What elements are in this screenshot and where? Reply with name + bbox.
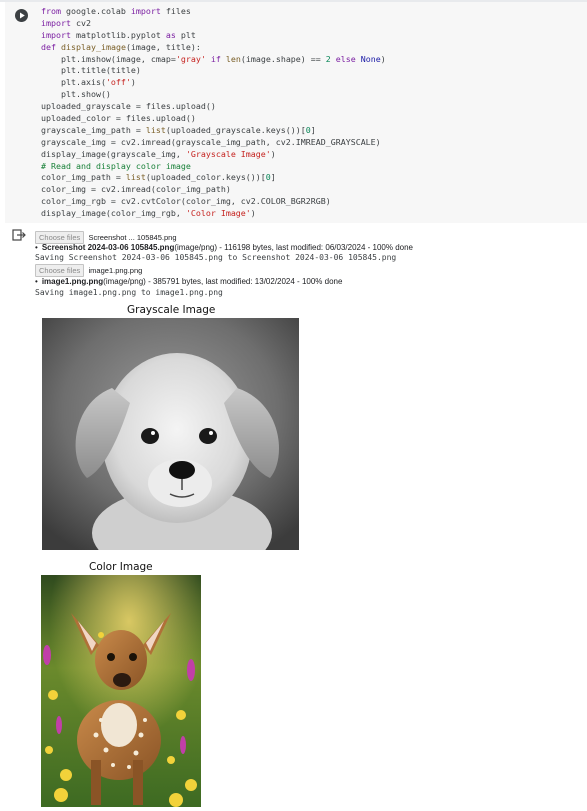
uploaded-file-info-1: (image/png) - 116198 bytes, last modifie…	[174, 243, 413, 252]
cell-output: Choose files Screenshot ... 105845.png •…	[0, 224, 587, 811]
upload-status-2: • image1.png.png(image/png) - 385791 byte…	[35, 277, 342, 286]
code-token: import	[41, 17, 71, 28]
code-token: )	[250, 208, 256, 219]
code-token: display_image(color_img_rgb,	[41, 208, 186, 219]
figure-title-grayscale: Grayscale Image	[127, 304, 216, 316]
code-line: # Read and display color image	[41, 161, 586, 173]
code-token: )	[130, 77, 136, 88]
code-line: grayscale_img = cv2.imread(grayscale_img…	[41, 137, 586, 149]
bullet-dot: •	[35, 277, 38, 286]
selected-file-label-2: image1.png.png	[88, 266, 143, 275]
code-token: grayscale_img_path =	[41, 124, 146, 135]
uploaded-file-name-2: image1.png.png	[41, 277, 104, 286]
code-token: import	[130, 6, 161, 16]
code-token: )	[270, 148, 276, 159]
selected-file-label-1: Screenshot ... 105845.png	[88, 233, 177, 242]
code-token: uploaded_color = files.upload()	[41, 113, 196, 124]
code-token: color_img = cv2.imread(color_img_path)	[41, 184, 231, 195]
code-token: list	[145, 124, 166, 135]
uploaded-file-info-2: (image/png) - 385791 bytes, last modifie…	[103, 277, 343, 286]
code-token: cv2	[70, 17, 91, 28]
uploaded-file-name-1: Screenshot 2024-03-06 105845.png	[41, 243, 175, 252]
code-line: uploaded_grayscale = files.upload()	[41, 101, 586, 113]
code-token: display_image	[61, 41, 126, 52]
code-line: plt.axis('off')	[41, 77, 586, 89]
code-token: list	[125, 172, 146, 183]
code-token: (uploaded_color.keys())[	[145, 172, 266, 183]
code-token: plt	[175, 29, 196, 40]
code-line: color_img_rgb = cv2.cvtColor(color_img, …	[41, 196, 586, 208]
saving-line-1: Saving Screenshot 2024-03-06 105845.png …	[35, 253, 397, 262]
code-token: )	[380, 53, 386, 64]
color-fawn-image	[41, 575, 201, 807]
upload-status-1: • Screenshot 2024-03-06 105845.png(image/…	[35, 243, 413, 252]
grayscale-puppy-image	[42, 318, 299, 550]
code-line: plt.title(title)	[41, 65, 586, 77]
code-token: (image, title):	[125, 41, 201, 52]
code-cell[interactable]: from google.colab import files import cv2…	[5, 2, 587, 223]
code-token: color_img_rgb = cv2.cvtColor(color_img, …	[41, 196, 331, 207]
figure-title-color: Color Image	[89, 561, 153, 573]
choose-files-button-2[interactable]: Choose files	[35, 264, 85, 277]
run-cell-button[interactable]	[15, 9, 28, 22]
code-line: plt.imshow(image, cmap='gray' if len(ima…	[41, 54, 586, 66]
code-token: color_img_path =	[41, 172, 126, 183]
code-token: files	[160, 6, 191, 16]
code-token: 'Grayscale Image'	[185, 148, 271, 159]
saving-line-2: Saving image1.png.png to image1.png.png	[35, 288, 223, 297]
code-token: plt.axis(	[41, 77, 106, 88]
code-token: plt.show()	[41, 89, 111, 100]
code-token: display_image(grayscale_img,	[41, 148, 186, 159]
code-editor[interactable]: from google.colab import files import cv2…	[41, 6, 586, 220]
output-redirect-icon[interactable]	[12, 229, 26, 241]
code-line: color_img = cv2.imread(color_img_path)	[41, 184, 586, 196]
code-token: as	[165, 29, 176, 40]
code-token: else	[335, 53, 356, 64]
code-line: grayscale_img_path = list(uploaded_grays…	[41, 125, 586, 137]
code-token: ]	[310, 124, 316, 135]
code-token: from	[41, 6, 61, 16]
code-line: color_img_path = list(uploaded_color.key…	[41, 172, 586, 184]
upload-widget-2: Choose files image1.png.png	[35, 264, 142, 277]
code-token: (uploaded_grayscale.keys())[	[165, 124, 306, 135]
code-token: 'Color Image'	[185, 208, 251, 219]
code-token: grayscale_img = cv2.imread(grayscale_img…	[41, 136, 381, 147]
code-line: display_image(grayscale_img, 'Grayscale …	[41, 149, 586, 161]
code-token: # Read and display color image	[41, 160, 191, 171]
code-token: matplotlib.pyplot	[70, 29, 166, 40]
code-token: 'gray'	[175, 53, 206, 64]
code-line: import cv2	[41, 18, 586, 30]
code-line: uploaded_color = files.upload()	[41, 113, 586, 125]
code-line: plt.show()	[41, 89, 586, 101]
code-token: ]	[270, 172, 276, 183]
code-token: (image.shape) ==	[240, 53, 326, 64]
code-token: plt.title(title)	[41, 65, 141, 76]
code-line: import matplotlib.pyplot as plt	[41, 30, 586, 42]
code-token: import	[41, 29, 71, 40]
code-line: def display_image(image, title):	[41, 42, 586, 54]
code-token: 'off'	[105, 77, 131, 88]
code-token: uploaded_grayscale = files.upload()	[41, 101, 216, 112]
code-token: if	[210, 53, 221, 64]
play-icon	[20, 12, 25, 19]
code-token: None	[360, 53, 381, 64]
code-token: google.colab	[60, 6, 131, 16]
code-token: plt.imshow(image, cmap=	[41, 53, 176, 64]
bullet-dot: •	[35, 243, 38, 252]
code-token: def	[41, 41, 56, 52]
code-token: len	[225, 53, 241, 64]
code-line: from google.colab import files	[41, 6, 586, 18]
code-line: display_image(color_img_rgb, 'Color Imag…	[41, 208, 586, 220]
